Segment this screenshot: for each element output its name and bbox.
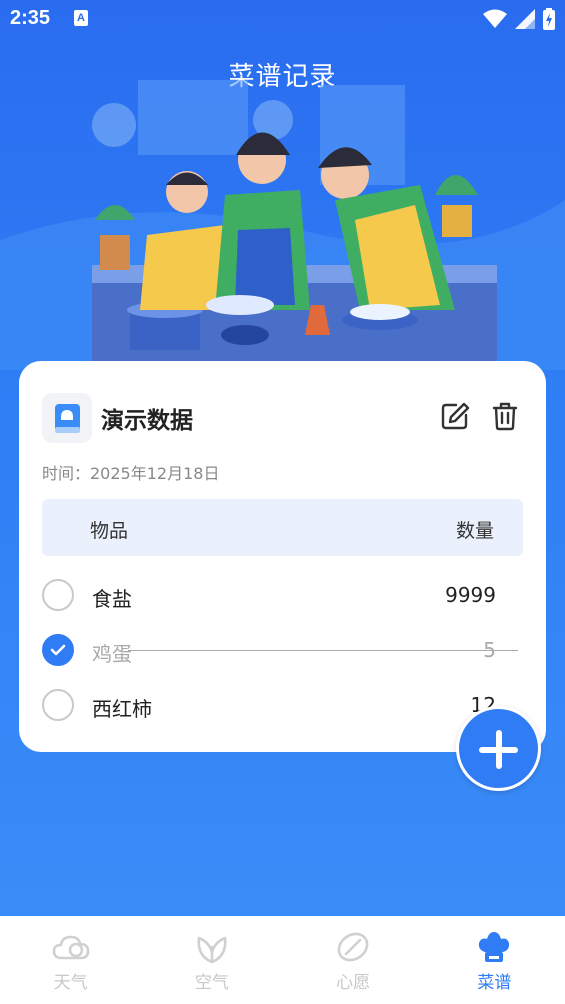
card-title: 演示数据 [101, 408, 193, 434]
ingredient-row-egg[interactable]: 鸡蛋 5 [42, 630, 523, 670]
trash-icon [492, 402, 518, 431]
edit-button[interactable] [440, 401, 470, 431]
checkbox[interactable] [42, 689, 74, 721]
wish-icon [337, 932, 369, 962]
ingredient-quantity: 9999 [445, 583, 496, 607]
app-screen: 2:35 A 菜谱记录 演示数据 时间：2025年12月18日 物品 数量 食盐… [0, 0, 565, 916]
ingredient-name: 食盐 [92, 587, 132, 611]
checkbox-checked[interactable] [42, 634, 74, 666]
column-quantity-header: 数量 [455, 520, 494, 542]
nav-label: 心愿 [336, 973, 371, 993]
ingredient-row-salt[interactable]: 食盐 9999 [42, 575, 523, 615]
bottom-navigation: 天气 空气 心愿 菜谱 [0, 916, 565, 1004]
battery-icon [543, 8, 555, 30]
table-header: 物品 数量 [42, 499, 523, 556]
signal-icon [515, 9, 535, 29]
nav-tab-air[interactable]: 空气 [141, 916, 282, 1004]
add-button[interactable] [456, 706, 541, 791]
plus-icon-vertical [496, 730, 502, 769]
record-date: 时间：2025年12月18日 [42, 464, 220, 483]
ingredient-name: 鸡蛋 [92, 642, 132, 666]
checkmark-icon [50, 644, 66, 656]
ingredient-row-tomato[interactable]: 西红柿 12 [42, 685, 523, 725]
checkbox[interactable] [42, 579, 74, 611]
column-item-header: 物品 [90, 520, 129, 542]
wifi-icon [483, 9, 507, 28]
status-time: 2:35 [10, 7, 51, 29]
nav-label: 天气 [53, 973, 88, 993]
notification-a-icon: A [74, 10, 88, 26]
leaf-icon [197, 936, 227, 964]
recipe-book-icon-box [42, 393, 92, 443]
ingredient-name: 西红柿 [92, 697, 152, 721]
recipe-book-icon [55, 404, 80, 433]
edit-icon [441, 402, 470, 430]
strikethrough-line [128, 650, 518, 651]
cooking-family-illustration [0, 80, 565, 370]
delete-button[interactable] [490, 401, 520, 431]
nav-label: 菜谱 [477, 973, 512, 993]
nav-tab-weather[interactable]: 天气 [0, 916, 141, 1004]
status-icons [483, 8, 555, 30]
nav-tab-recipe[interactable]: 菜谱 [424, 916, 565, 1004]
nav-label: 空气 [194, 973, 229, 993]
chef-hat-icon [479, 932, 510, 962]
status-bar: 2:35 A [0, 0, 565, 38]
cloud-icon [52, 935, 89, 960]
nav-tab-wish[interactable]: 心愿 [283, 916, 424, 1004]
recipe-card: 演示数据 时间：2025年12月18日 物品 数量 食盐 9999 鸡蛋 5 西… [19, 361, 546, 752]
